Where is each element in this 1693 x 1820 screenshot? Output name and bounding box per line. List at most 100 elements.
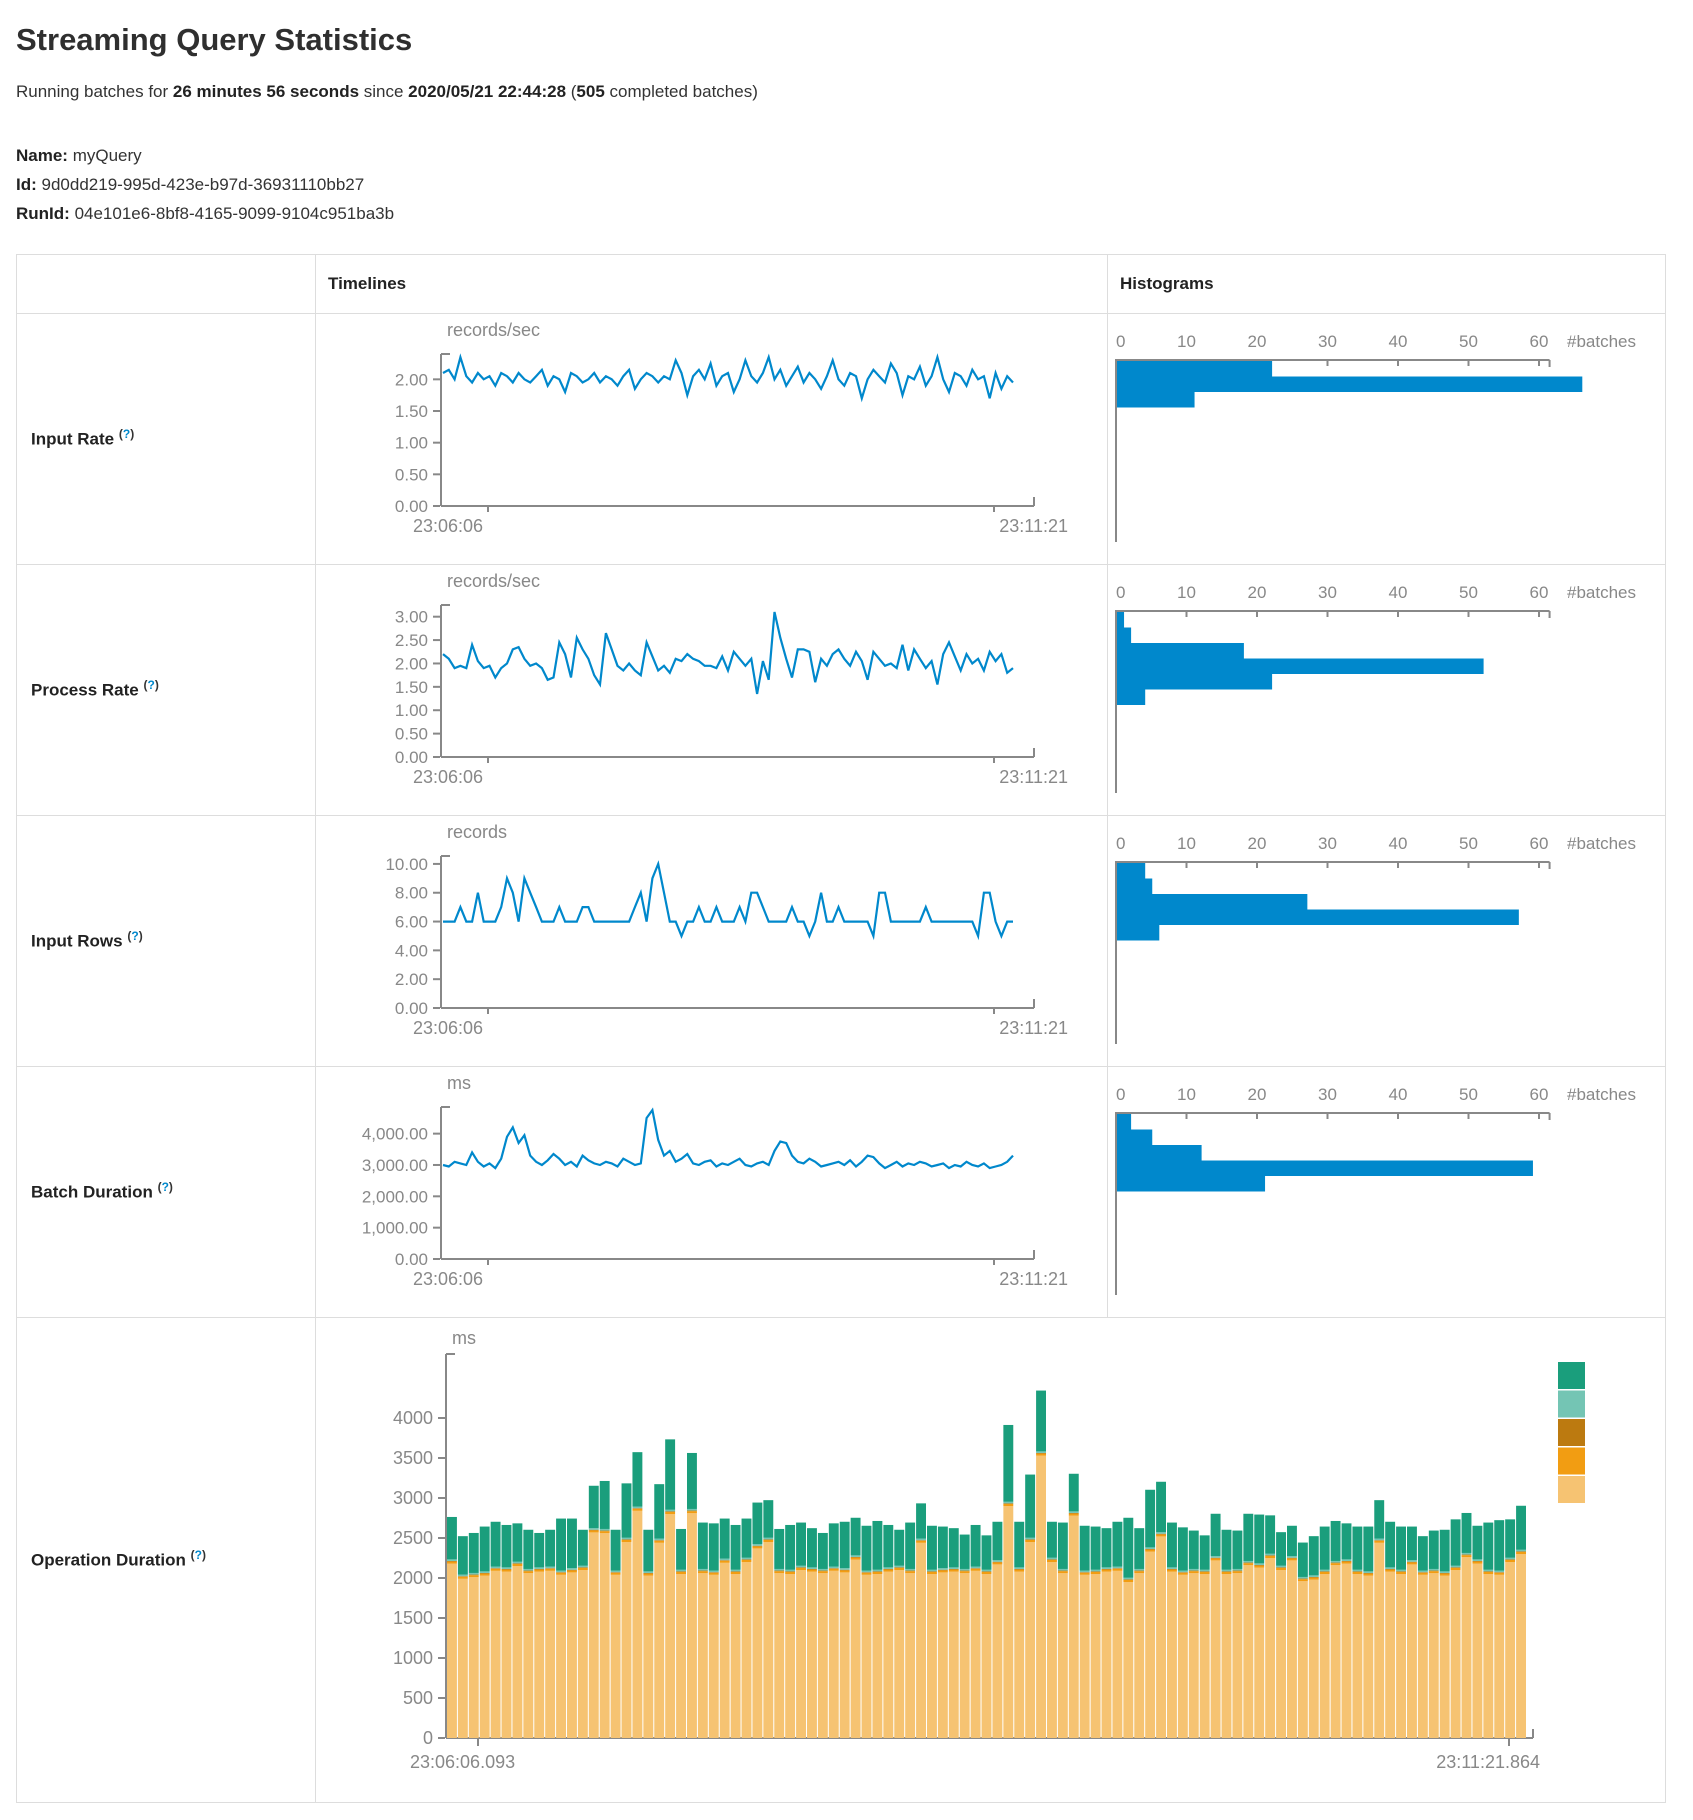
svg-text:500: 500 — [403, 1688, 433, 1708]
svg-text:3,000.00: 3,000.00 — [362, 1156, 428, 1175]
svg-text:40: 40 — [1389, 583, 1408, 602]
query-runid-row: RunId: 04e101e6-8bf8-4165-9099-9104c951b… — [16, 200, 1677, 227]
timeline-svg: ms4,000.003,000.002,000.001,000.000.0023… — [316, 1067, 1082, 1317]
svg-text:0: 0 — [1116, 583, 1125, 602]
process-rate-row: Process Rate (?) records/sec3.002.502.00… — [17, 564, 1666, 815]
timeline-line-series — [443, 612, 1013, 694]
svg-text:10: 10 — [1177, 834, 1196, 853]
batch-duration-help-link[interactable]: (?) — [158, 1180, 173, 1194]
input-rate-row: Input Rate (?) records/sec2.001.501.000.… — [17, 313, 1666, 564]
svg-text:20: 20 — [1248, 583, 1267, 602]
table-header-row: Timelines Histograms — [17, 254, 1666, 313]
svg-text:20: 20 — [1248, 332, 1267, 351]
svg-text:20: 20 — [1248, 1085, 1267, 1104]
process-rate-timeline-chart: records/sec3.002.502.001.501.000.500.002… — [316, 565, 1107, 815]
svg-text:1000: 1000 — [393, 1648, 433, 1668]
input-rows-help-link[interactable]: (?) — [127, 929, 142, 943]
svg-text:#batches: #batches — [1567, 583, 1636, 602]
svg-text:30: 30 — [1318, 583, 1337, 602]
svg-text:50: 50 — [1459, 332, 1478, 351]
svg-text:23:06:06: 23:06:06 — [413, 767, 483, 787]
operation-duration-label-cell: Operation Duration (?) — [17, 1317, 316, 1802]
summary-since-time: 2020/05/21 22:44:28 — [408, 82, 566, 101]
input-rate-help-link[interactable]: (?) — [119, 427, 134, 441]
svg-text:records/sec: records/sec — [447, 320, 540, 340]
input-rows-histogram-chart: 0102030405060#batches — [1108, 816, 1665, 1066]
svg-text:10: 10 — [1177, 583, 1196, 602]
operation-duration-help-link[interactable]: (?) — [191, 1548, 206, 1562]
input-rate-label-cell: Input Rate (?) — [17, 313, 316, 564]
svg-text:60: 60 — [1530, 1085, 1549, 1104]
svg-text:3500: 3500 — [393, 1448, 433, 1468]
svg-text:ms: ms — [452, 1328, 476, 1348]
svg-text:8.00: 8.00 — [395, 883, 428, 902]
timeline-axes: 10.008.006.004.002.000.0023:06:0623:11:2… — [385, 854, 1068, 1037]
batch-duration-timeline-chart: ms4,000.003,000.002,000.001,000.000.0023… — [316, 1067, 1107, 1317]
input-rate-timeline-chart: records/sec2.001.501.000.500.0023:06:062… — [316, 314, 1107, 564]
batch-duration-histogram-chart: 0102030405060#batches — [1108, 1067, 1665, 1317]
timeline-svg: records 10.008.006.004.002.000.0023:06:06… — [316, 816, 1082, 1066]
histogram-bars — [1117, 361, 1582, 408]
svg-text:records/sec: records/sec — [447, 571, 540, 591]
timeline-svg: records/sec3.002.502.001.501.000.500.002… — [316, 565, 1082, 815]
stacked-bar-svg: ms4000350030002500200015001000500023:06:… — [316, 1318, 1614, 1802]
operation-duration-label: Operation Duration — [31, 1551, 186, 1570]
svg-text:ms: ms — [447, 1073, 471, 1093]
question-mark-icon: ? — [147, 678, 154, 692]
input-rows-timeline-chart: records 10.008.006.004.002.000.0023:06:06… — [316, 816, 1107, 1066]
query-runid-label: RunId: — [16, 204, 70, 223]
legend-swatch-orange — [1558, 1447, 1585, 1474]
svg-text:50: 50 — [1459, 583, 1478, 602]
query-runid-value: 04e101e6-8bf8-4165-9099-9104c951ba3b — [75, 204, 395, 223]
histograms-column-header: Histograms — [1108, 254, 1666, 313]
question-mark-icon: ? — [195, 1548, 202, 1562]
question-mark-icon: ? — [162, 1180, 169, 1194]
svg-text:2.50: 2.50 — [395, 631, 428, 650]
operation-duration-row: Operation Duration (?) ms 4000 3500 3000 250… — [17, 1317, 1666, 1802]
svg-text:0: 0 — [1116, 332, 1125, 351]
input-rate-histogram-chart: 0102030405060#batches — [1108, 314, 1665, 564]
svg-text:23:06:06: 23:06:06 — [413, 516, 483, 536]
svg-text:2500: 2500 — [393, 1528, 433, 1548]
svg-text:10: 10 — [1177, 1085, 1196, 1104]
running-batches-summary: Running batches for 26 minutes 56 second… — [16, 82, 1677, 102]
histogram-bars — [1117, 863, 1519, 941]
timeline-svg: records/sec2.001.501.000.500.0023:06:062… — [316, 314, 1082, 564]
svg-text:1,000.00: 1,000.00 — [362, 1218, 428, 1237]
svg-text:2.00: 2.00 — [395, 370, 428, 389]
process-rate-label: Process Rate — [31, 681, 139, 700]
timelines-column-header: Timelines — [316, 254, 1108, 313]
page-title: Streaming Query Statistics — [16, 22, 1677, 58]
svg-text:4000: 4000 — [393, 1408, 433, 1428]
summary-prefix: Running batches for — [16, 82, 173, 101]
svg-text:23:06:06: 23:06:06 — [413, 1269, 483, 1289]
timeline-line-series — [443, 863, 1013, 935]
svg-text:0: 0 — [1116, 834, 1125, 853]
histogram-bars — [1117, 1114, 1533, 1192]
svg-text:3000: 3000 — [393, 1488, 433, 1508]
histogram-svg: 0102030405060#batches — [1108, 1067, 1640, 1317]
batch-duration-label-cell: Batch Duration (?) — [17, 1066, 316, 1317]
timeline-line-series — [443, 1110, 1013, 1168]
process-rate-help-link[interactable]: (?) — [143, 678, 158, 692]
operation-duration-legend — [1558, 1362, 1585, 1503]
svg-text:records: records — [447, 822, 507, 842]
svg-text:60: 60 — [1530, 834, 1549, 853]
svg-text:23:11:21.864: 23:11:21.864 — [1436, 1752, 1540, 1772]
query-id-label: Id: — [16, 175, 37, 194]
svg-text:30: 30 — [1318, 332, 1337, 351]
empty-header-cell — [17, 254, 316, 313]
summary-completed-count: 505 — [576, 82, 604, 101]
svg-text:50: 50 — [1459, 834, 1478, 853]
svg-text:#batches: #batches — [1567, 834, 1636, 853]
svg-text:2.00: 2.00 — [395, 654, 428, 673]
query-name-value: myQuery — [73, 146, 142, 165]
input-rows-label: Input Rows — [31, 932, 123, 951]
query-name-label: Name: — [16, 146, 68, 165]
svg-text:1500: 1500 — [393, 1608, 433, 1628]
svg-text:2.00: 2.00 — [395, 970, 428, 989]
query-metadata: Name: myQuery Id: 9d0dd219-995d-423e-b97… — [16, 142, 1677, 228]
question-mark-icon: ? — [131, 929, 138, 943]
svg-text:60: 60 — [1530, 583, 1549, 602]
svg-text:23:06:06.093: 23:06:06.093 — [410, 1752, 515, 1772]
